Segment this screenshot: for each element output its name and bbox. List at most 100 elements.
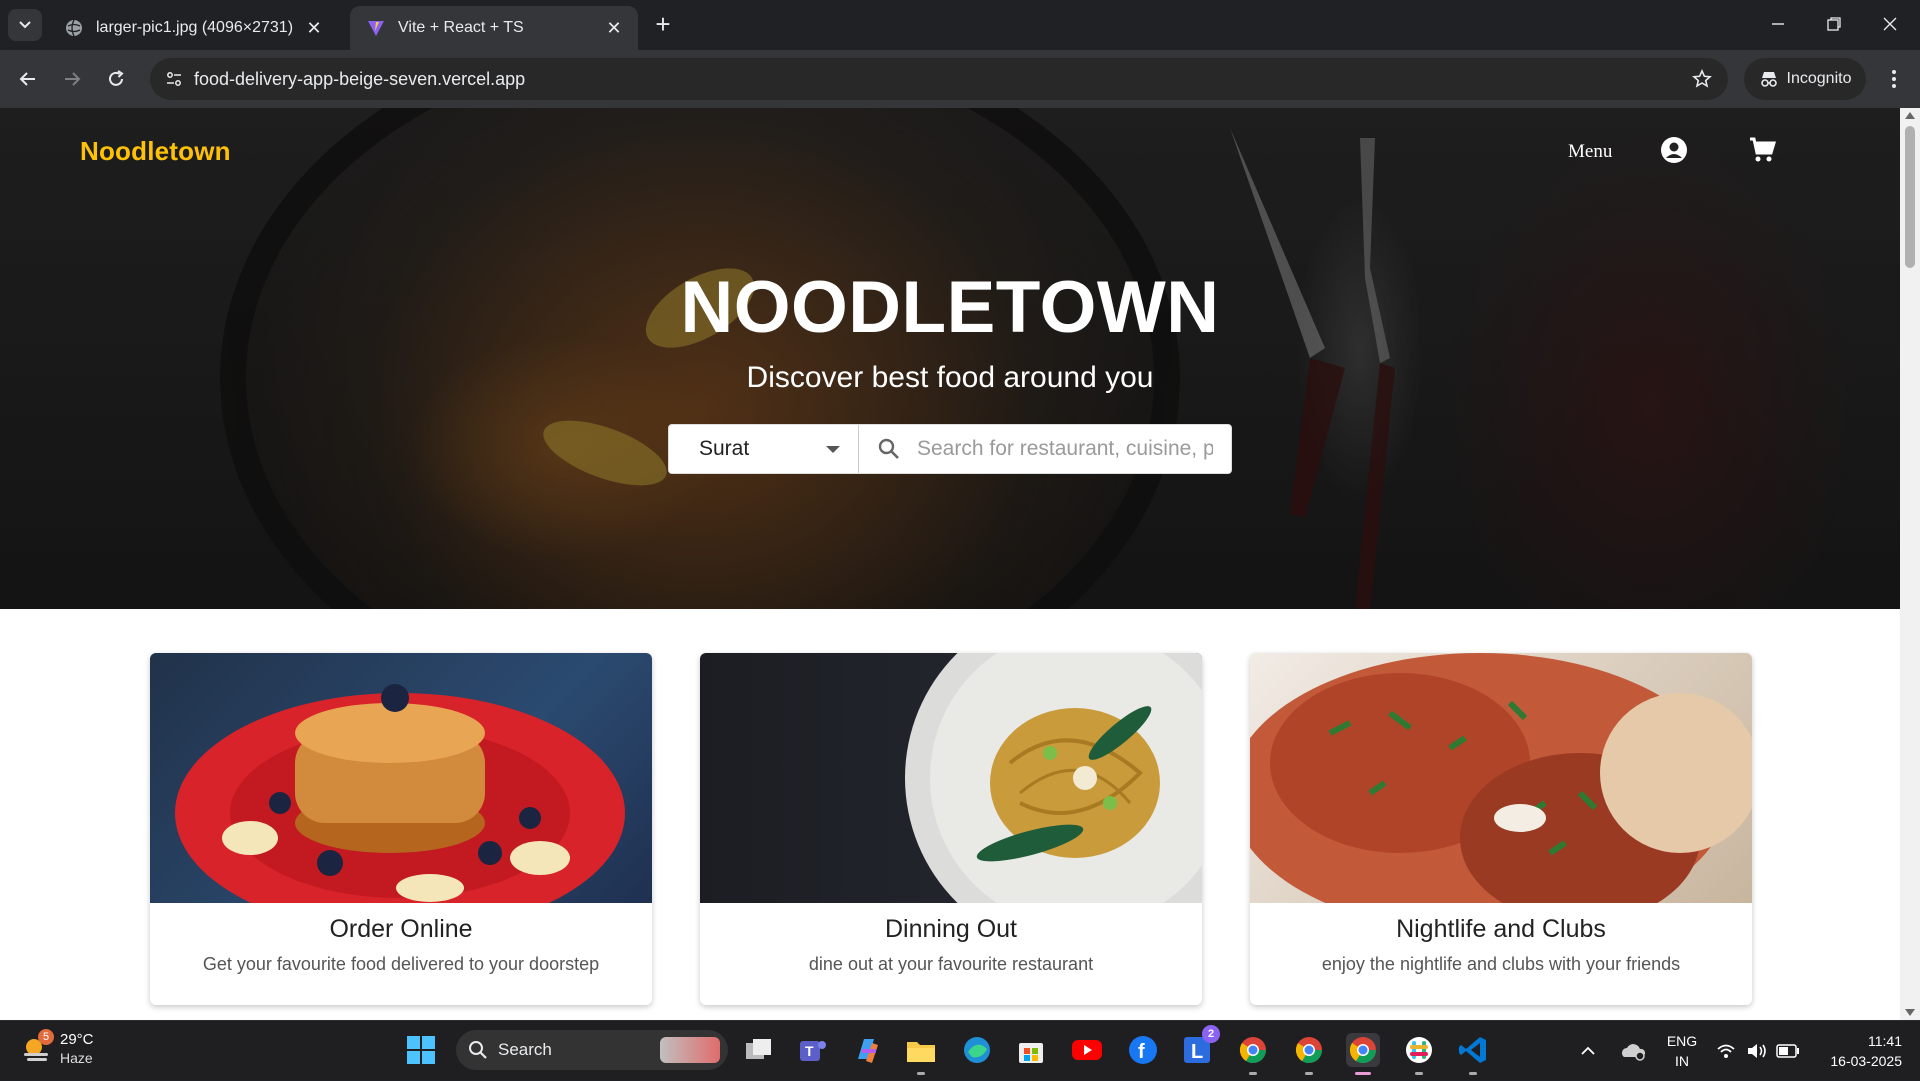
language-region: IN <box>1675 1053 1689 1069</box>
file-explorer-icon[interactable] <box>904 1033 938 1075</box>
tab-image[interactable]: larger-pic1.jpg (4096×2731) ✕ <box>48 6 338 50</box>
tab-strip: larger-pic1.jpg (4096×2731) ✕ Vite + Rea… <box>0 0 1920 50</box>
card-image-pancakes <box>150 653 652 903</box>
browser-menu-button[interactable] <box>1880 63 1908 95</box>
tab-title: Vite + React + TS <box>398 19 524 36</box>
onedrive-icon[interactable] <box>1620 1021 1646 1081</box>
microsoft-store-icon[interactable] <box>1014 1033 1048 1067</box>
search-icon <box>469 1041 487 1059</box>
scroll-down-icon[interactable] <box>1905 1009 1915 1016</box>
active-indicator <box>1355 1072 1371 1075</box>
hero-title: NOODLETOWN <box>680 267 1220 348</box>
address-bar[interactable]: food-delivery-app-beige-seven.vercel.app <box>150 58 1728 100</box>
tab-vite[interactable]: Vite + React + TS ✕ <box>350 6 638 50</box>
minimize-icon <box>1772 23 1784 25</box>
copilot-icon[interactable] <box>850 1033 884 1067</box>
hero-overlay <box>0 108 1900 609</box>
bookmark-star-icon[interactable] <box>1682 69 1722 89</box>
notification-badge: 2 <box>1202 1025 1220 1043</box>
back-button[interactable] <box>12 63 44 95</box>
site-logo[interactable]: Noodletown <box>80 136 231 167</box>
card-title: Nightlife and Clubs <box>1396 915 1606 943</box>
svg-text:L: L <box>1191 1041 1203 1063</box>
running-indicator <box>1469 1072 1477 1075</box>
search-icon <box>878 438 899 459</box>
arrow-left-icon <box>19 72 35 86</box>
search-field <box>859 425 1231 473</box>
incognito-label: Incognito <box>1786 70 1852 87</box>
city-select[interactable]: Surat <box>669 425 859 473</box>
running-indicator <box>1249 1072 1257 1075</box>
card-dining-out[interactable]: Dinning Out dine out at your favourite r… <box>700 653 1202 1005</box>
card-description: Get your favourite food delivered to you… <box>202 954 600 974</box>
restore-icon <box>1827 17 1841 31</box>
vscode-icon[interactable] <box>1456 1033 1490 1075</box>
scrollbar-thumb[interactable] <box>1905 126 1915 268</box>
scroll-up-icon[interactable] <box>1905 112 1915 119</box>
reload-icon <box>109 70 124 86</box>
minimize-button[interactable] <box>1750 0 1806 48</box>
clock-date: 16-03-2025 <box>1830 1053 1902 1069</box>
search-input[interactable] <box>915 436 1215 462</box>
task-view-icon[interactable] <box>742 1033 776 1067</box>
incognito-chip[interactable]: Incognito <box>1744 58 1866 100</box>
taskbar-search[interactable]: Search <box>456 1030 728 1070</box>
browser-toolbar: food-delivery-app-beige-seven.vercel.app… <box>0 50 1920 108</box>
chrome-incognito-icon[interactable] <box>1346 1033 1380 1075</box>
chevron-up-icon <box>1581 1046 1595 1055</box>
running-indicator <box>1305 1072 1313 1075</box>
chevron-down-icon <box>19 21 31 29</box>
language-code: ENG <box>1666 1033 1698 1049</box>
weather-condition: Haze <box>60 1050 93 1066</box>
close-tab-icon[interactable]: ✕ <box>302 16 326 40</box>
tab-search-button[interactable] <box>8 9 42 41</box>
running-indicator <box>917 1072 925 1075</box>
account-circle-icon <box>1661 137 1687 163</box>
card-description: enjoy the nightlife and clubs with your … <box>1321 954 1681 974</box>
language-indicator[interactable]: ENG IN <box>1662 1031 1702 1071</box>
windows-taskbar: 5 29°C Haze Search T f L 2 ENG IN 11:41 … <box>0 1020 1920 1080</box>
slack-icon[interactable] <box>1402 1033 1436 1075</box>
card-image-meatballs <box>1250 653 1752 903</box>
wifi-icon[interactable] <box>1716 1021 1736 1081</box>
reload-button[interactable] <box>100 63 132 95</box>
svg-text:T: T <box>805 1043 814 1059</box>
facebook-icon[interactable]: f <box>1126 1033 1160 1067</box>
hero-subtitle: Discover best food around you <box>746 361 1154 394</box>
weather-widget[interactable]: 5 29°C Haze <box>20 1029 94 1067</box>
battery-icon[interactable] <box>1776 1021 1800 1081</box>
system-clock[interactable]: 11:41 16-03-2025 <box>1818 1031 1902 1071</box>
new-tab-button[interactable]: + <box>650 11 676 38</box>
chrome-icon[interactable] <box>1236 1033 1270 1075</box>
start-button[interactable] <box>406 1035 436 1070</box>
card-title: Order Online <box>329 915 473 943</box>
account-button[interactable] <box>1660 136 1688 164</box>
clock-time: 11:41 <box>1868 1033 1902 1049</box>
windows-logo-icon <box>407 1036 435 1064</box>
taskbar-search-label: Search <box>498 1040 552 1059</box>
restore-button[interactable] <box>1806 0 1862 48</box>
shopping-cart-icon <box>1750 137 1776 162</box>
url-text[interactable]: food-delivery-app-beige-seven.vercel.app <box>194 69 1682 90</box>
card-description: dine out at your favourite restaurant <box>808 954 1094 974</box>
nav-menu-link[interactable]: Menu <box>1568 141 1612 163</box>
site-settings-icon[interactable] <box>154 70 194 88</box>
close-window-button[interactable] <box>1862 0 1918 48</box>
cart-button[interactable] <box>1748 136 1776 164</box>
card-order-online[interactable]: Order Online Get your favourite food del… <box>150 653 652 1005</box>
weather-badge: 5 <box>38 1029 54 1045</box>
caret-down-icon <box>826 446 840 453</box>
volume-icon[interactable] <box>1746 1021 1768 1081</box>
edge-icon[interactable] <box>960 1033 994 1067</box>
show-hidden-icons-button[interactable] <box>1580 1021 1596 1081</box>
forward-button[interactable] <box>56 63 88 95</box>
card-nightlife[interactable]: Nightlife and Clubs enjoy the nightlife … <box>1250 653 1752 1005</box>
page-scrollbar[interactable] <box>1900 108 1920 1020</box>
teams-icon[interactable]: T <box>796 1033 830 1067</box>
search-highlight-icon <box>660 1037 720 1063</box>
linkedin-learning-icon[interactable]: L 2 <box>1180 1025 1220 1067</box>
chrome-profile-icon[interactable] <box>1292 1033 1326 1075</box>
close-tab-icon[interactable]: ✕ <box>602 16 626 40</box>
close-icon <box>1883 17 1897 31</box>
youtube-icon[interactable] <box>1070 1033 1104 1067</box>
